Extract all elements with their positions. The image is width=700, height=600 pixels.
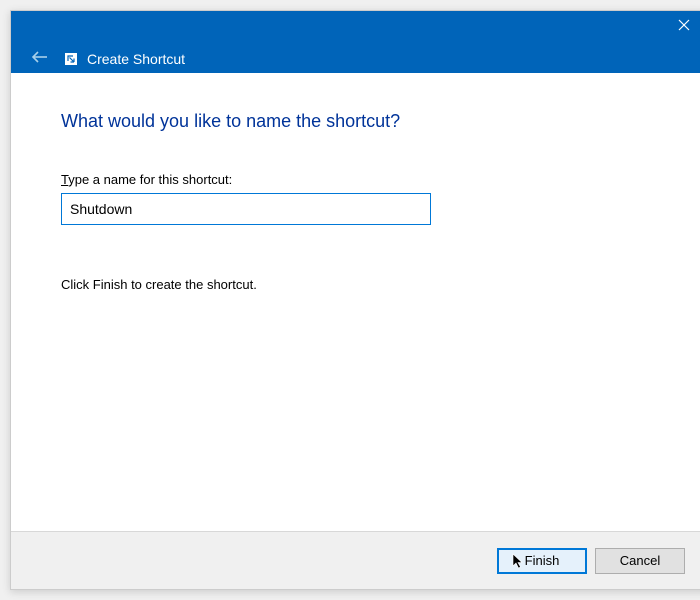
page-heading: What would you like to name the shortcut… xyxy=(61,111,659,132)
cursor-icon xyxy=(512,553,524,574)
finish-label: Finish xyxy=(525,553,560,568)
close-button[interactable] xyxy=(659,11,700,43)
shortcut-icon xyxy=(65,53,77,65)
dialog-body: What would you like to name the shortcut… xyxy=(11,73,700,531)
close-icon xyxy=(678,18,690,36)
help-text: Click Finish to create the shortcut. xyxy=(61,277,659,292)
back-button[interactable] xyxy=(29,51,51,67)
dialog-header: Create Shortcut xyxy=(11,11,700,73)
back-arrow-icon xyxy=(31,50,49,69)
shortcut-name-input[interactable] xyxy=(61,193,431,225)
cancel-button[interactable]: Cancel xyxy=(595,548,685,574)
label-text: ype a name for this shortcut: xyxy=(68,172,232,187)
cancel-label: Cancel xyxy=(620,553,660,568)
dialog-title: Create Shortcut xyxy=(87,51,185,67)
finish-button[interactable]: Finish xyxy=(497,548,587,574)
create-shortcut-dialog: Create Shortcut What would you like to n… xyxy=(10,10,700,590)
shortcut-name-label: Type a name for this shortcut: xyxy=(61,172,659,187)
dialog-footer: Finish Cancel xyxy=(11,531,700,589)
header-nav: Create Shortcut xyxy=(11,11,185,67)
